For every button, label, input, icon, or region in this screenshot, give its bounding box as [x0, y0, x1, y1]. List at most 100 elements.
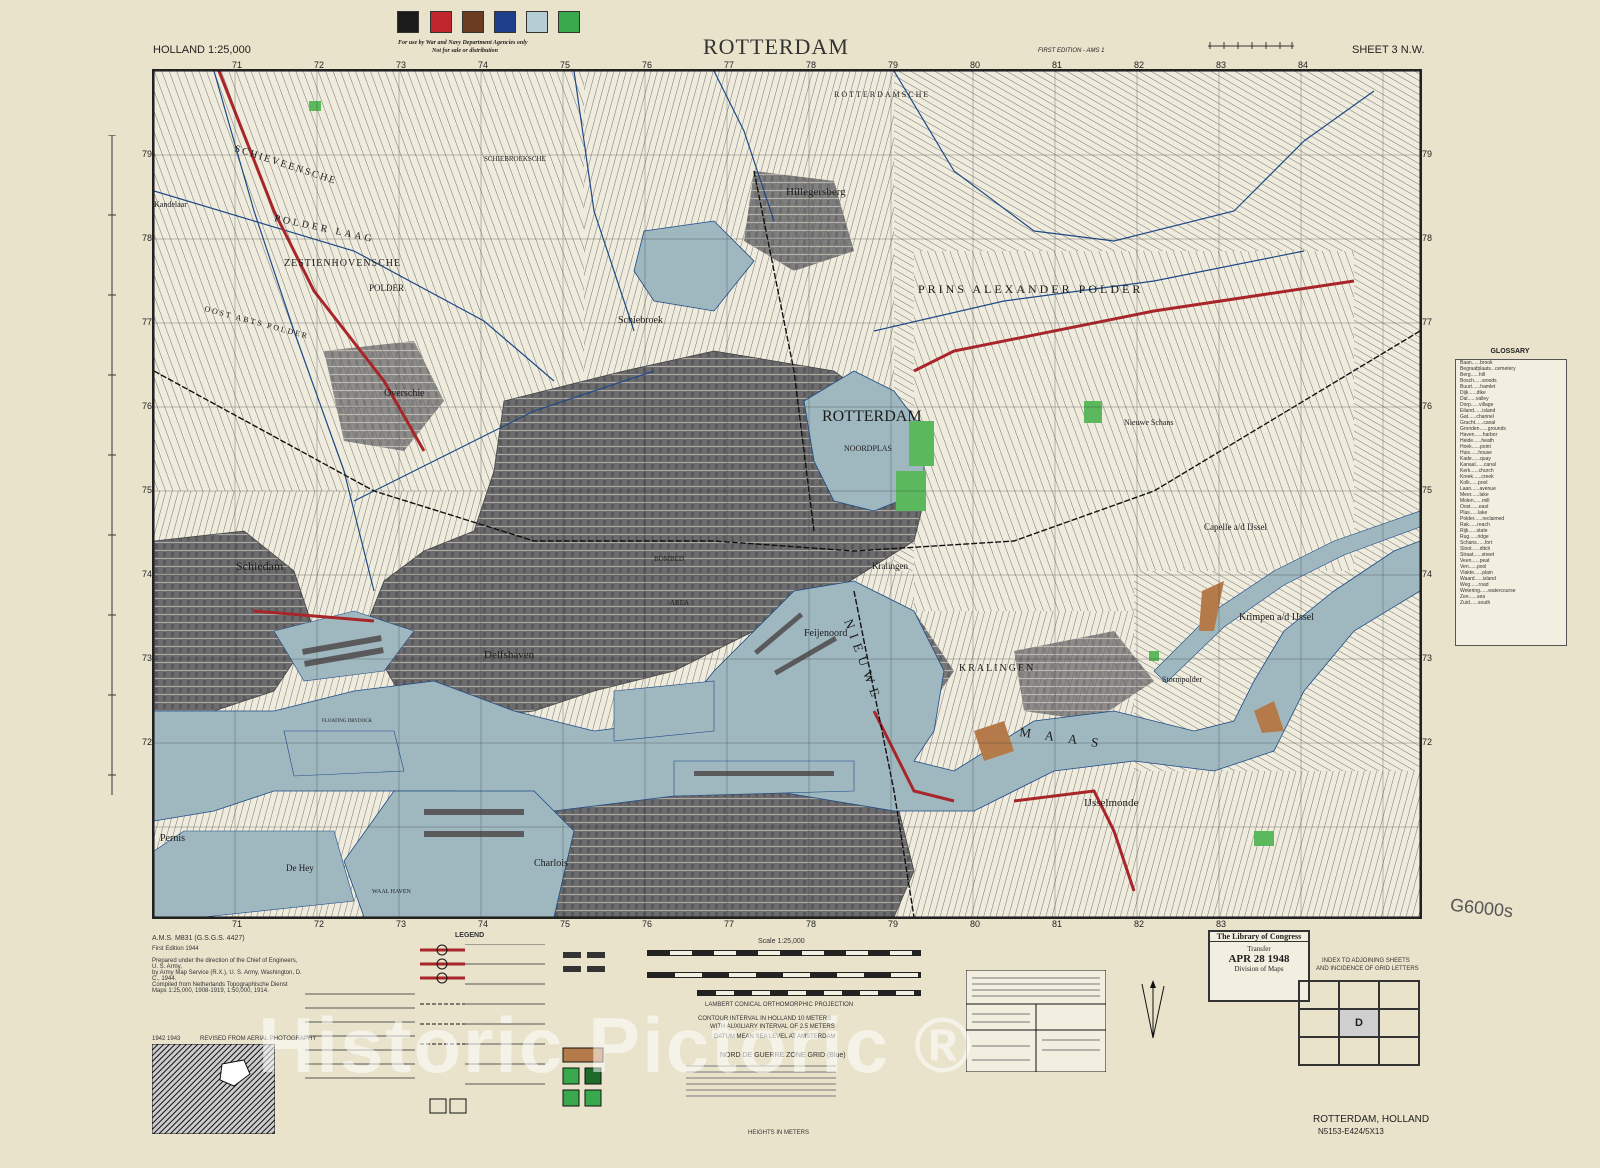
color-swatch	[494, 11, 516, 33]
aerial-photo-diagram	[152, 1044, 275, 1134]
grid-easting-label: 76	[642, 60, 653, 70]
index-cell	[1339, 1037, 1379, 1065]
grid-northing-label: 76	[1422, 401, 1433, 411]
grid-easting-label: 74	[478, 60, 489, 70]
index-cell	[1299, 981, 1339, 1009]
grid-northing-label: 76	[142, 401, 153, 411]
compilation-notes: Prepared under the direction of the Chie…	[152, 958, 302, 994]
watermark: Historic Pictoric ®	[258, 1001, 974, 1089]
index-cell	[1339, 981, 1379, 1009]
note-line: Prepared under the direction of the Chie…	[152, 958, 298, 970]
label-prins-alexander-polder: PRINS ALEXANDER POLDER	[918, 282, 1143, 296]
place-footer: ROTTERDAM, HOLLAND	[1313, 1114, 1430, 1125]
grid-northing-label: 73	[142, 653, 153, 663]
index-cell	[1299, 1009, 1339, 1037]
label-schiebroeksche: SCHIEBROEKSCHE	[484, 155, 546, 163]
label-krimpen: Krimpen a/d IJssel	[1239, 612, 1314, 623]
map-sheet[interactable]: ROTTERDAM NOORDPLAS Schiedam Hillegersbe…	[152, 69, 1422, 919]
legend-title: LEGEND	[455, 932, 485, 939]
sheet-code: N5153-E424/5X13	[1318, 1127, 1384, 1136]
restriction-line-2: Not for sale or distribution	[432, 48, 499, 54]
grid-easting-label: 71	[232, 919, 243, 929]
label-schiebroek: Schiebroek	[618, 315, 663, 326]
label-rotterdam: ROTTERDAM	[822, 408, 922, 425]
handwritten-note: G6000s	[1449, 894, 1514, 922]
grid-easting-label: 74	[478, 919, 489, 929]
stamp-line-2: Transfer	[1247, 945, 1271, 953]
grid-easting-label: 83	[1216, 60, 1227, 70]
grid-easting-label: 80	[970, 60, 981, 70]
grid-easting-label: 78	[806, 60, 817, 70]
grid-easting-label: 83	[1216, 919, 1227, 929]
grid-easting-label: 73	[396, 60, 407, 70]
grid-easting-label: 78	[806, 919, 817, 929]
edition-label: FIRST EDITION - AMS 1	[1038, 48, 1105, 54]
series-label: HOLLAND 1:25,000	[153, 44, 251, 56]
index-cell	[1379, 1037, 1419, 1065]
grid-easting-label: 71	[232, 60, 243, 70]
grid-northing-label: 74	[142, 569, 153, 579]
stamp-line-4: Division of Maps	[1234, 965, 1284, 973]
grid-easting-label: 75	[560, 919, 571, 929]
grid-easting-label: 81	[1052, 919, 1063, 929]
adjoining-sheets-index: D	[1298, 980, 1420, 1066]
color-swatch	[526, 11, 548, 33]
grid-easting-label: 76	[642, 919, 653, 929]
glossary-panel: Baan......brook Begraafplaats...cemetery B…	[1455, 359, 1567, 646]
label-kralingen-polder: KRALINGEN	[959, 663, 1035, 674]
color-swatch	[430, 11, 452, 33]
label-de-hey: De Hey	[286, 863, 314, 873]
grid-northing-label: 73	[1422, 653, 1433, 663]
label-kandelaar: Kandelaar	[154, 200, 187, 209]
grid-northing-label: 79	[1422, 149, 1433, 159]
grid-easting-label: 77	[724, 60, 735, 70]
declination-diagram	[1141, 980, 1165, 1039]
grid-easting-label: 73	[396, 919, 407, 929]
grid-northing-label: 77	[142, 317, 153, 327]
photo-years: 1942 1943	[152, 1036, 181, 1042]
label-zestienhovensche: ZESTIENHOVENSCHE	[284, 258, 401, 269]
heights-label: HEIGHTS IN METERS	[748, 1130, 810, 1136]
label-floating-drydock: FLOATING DRYDOCK	[322, 719, 373, 724]
map-title: ROTTERDAM	[703, 34, 849, 59]
color-swatch	[558, 11, 580, 33]
label-schiedam: Schiedam	[236, 559, 284, 573]
map-canvas: ROTTERDAM NOORDPLAS Schiedam Hillegersbe…	[154, 71, 1420, 917]
grid-reference-box	[966, 970, 1106, 1072]
grid-easting-label: 82	[1134, 60, 1145, 70]
label-kralingen: Kralingen	[872, 561, 908, 571]
ams-code: A.M.S. M831 (G.S.G.S. 4427)	[152, 935, 245, 942]
label-capelle: Capelle a/d IJssel	[1204, 522, 1267, 532]
glossary-title: GLOSSARY	[1490, 348, 1530, 355]
label-charlois: Charlois	[534, 858, 568, 869]
grid-easting-label: 77	[724, 919, 735, 929]
grid-easting-label: 72	[314, 60, 325, 70]
grid-easting-label: 79	[888, 919, 899, 929]
grid-northing-label: 78	[142, 233, 153, 243]
label-noordplas: NOORDPLAS	[844, 444, 892, 453]
sheet-label: SHEET 3 N.W.	[1352, 44, 1425, 56]
label-delfshaven: Delfshaven	[484, 649, 535, 661]
grid-easting-label: 81	[1052, 60, 1063, 70]
glossary-entry: Zuid......south	[1460, 600, 1491, 606]
stamp-line-3: APR 28 1948	[1228, 953, 1290, 965]
grid-northing-label: 72	[142, 737, 153, 747]
label-stormpolder: Stormpolder	[1162, 675, 1202, 684]
label-feijenoord: Feijenoord	[804, 628, 847, 639]
label-pernis: Pernis	[160, 833, 185, 844]
grid-northing-label: 78	[1422, 233, 1433, 243]
grid-easting-label: 80	[970, 919, 981, 929]
note-line: Maps 1:25,000, 1908-1919, 1:50,000, 1914…	[152, 988, 269, 994]
scale-bar-km	[647, 972, 921, 978]
library-stamp: The Library of Congress Transfer APR 28 …	[1208, 930, 1310, 1002]
label-waalhaven: WAAL HAVEN	[372, 889, 411, 895]
label-ijsselmonde: IJsselmonde	[1084, 797, 1139, 809]
label-overschie: Overschie	[384, 388, 425, 399]
grid-northing-label: 79	[142, 149, 153, 159]
label-polder: POLDER	[369, 283, 404, 293]
label-rotterdamsche: ROTTERDAMSCHE	[834, 90, 930, 99]
index-cell	[1299, 1037, 1339, 1065]
scale-bar-yards	[697, 990, 921, 996]
label-bombed: BOMBED	[654, 555, 684, 563]
vertical-scale-bar	[108, 135, 116, 795]
